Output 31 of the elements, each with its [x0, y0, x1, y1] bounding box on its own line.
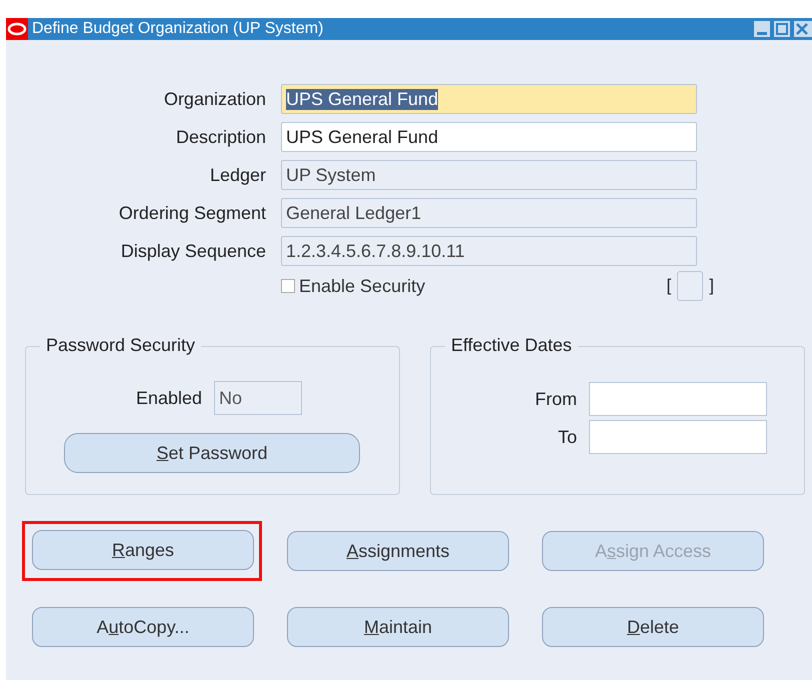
bracket: [ [666, 276, 672, 296]
bracket: ] [709, 276, 714, 296]
group-title: Password Security [40, 335, 202, 356]
date-field[interactable] [589, 382, 767, 416]
field-label: Display Sequence [120, 240, 266, 262]
oracle-logo-icon [6, 18, 28, 40]
field-label: Ledger [208, 164, 266, 186]
checkbox-label: Enable Security [299, 276, 426, 296]
text-field[interactable]: UPS General Fund [281, 122, 697, 152]
date-field[interactable] [589, 420, 767, 454]
field-label: To [556, 426, 577, 448]
text-field[interactable]: UP System [281, 160, 697, 190]
text-field[interactable]: General Ledger1 [281, 198, 697, 228]
text-field[interactable]: UPS General Fund [281, 84, 697, 114]
flexfield-box[interactable] [677, 271, 704, 301]
field-label: Enabled [134, 388, 202, 408]
field-label: Ordering Segment [118, 202, 266, 224]
window-controls-icon[interactable] [754, 21, 812, 37]
set-password-button[interactable]: Set Password [64, 433, 360, 473]
field-label: Description [174, 126, 266, 148]
field-label: Organization [162, 88, 266, 110]
action-button[interactable]: Assignments [287, 531, 509, 571]
action-button[interactable]: AutoCopy... [32, 607, 254, 647]
action-button[interactable]: Maintain [287, 607, 509, 647]
checkbox[interactable] [281, 279, 295, 293]
field-label: From [534, 388, 577, 410]
text-field[interactable]: No [214, 381, 302, 415]
text-field[interactable]: 1.2.3.4.5.6.7.8.9.10.11 [281, 236, 697, 266]
window-title: Define Budget Organization (UP System) [32, 20, 324, 38]
action-button[interactable]: Delete [542, 607, 764, 647]
action-button[interactable]: Ranges [32, 530, 254, 570]
